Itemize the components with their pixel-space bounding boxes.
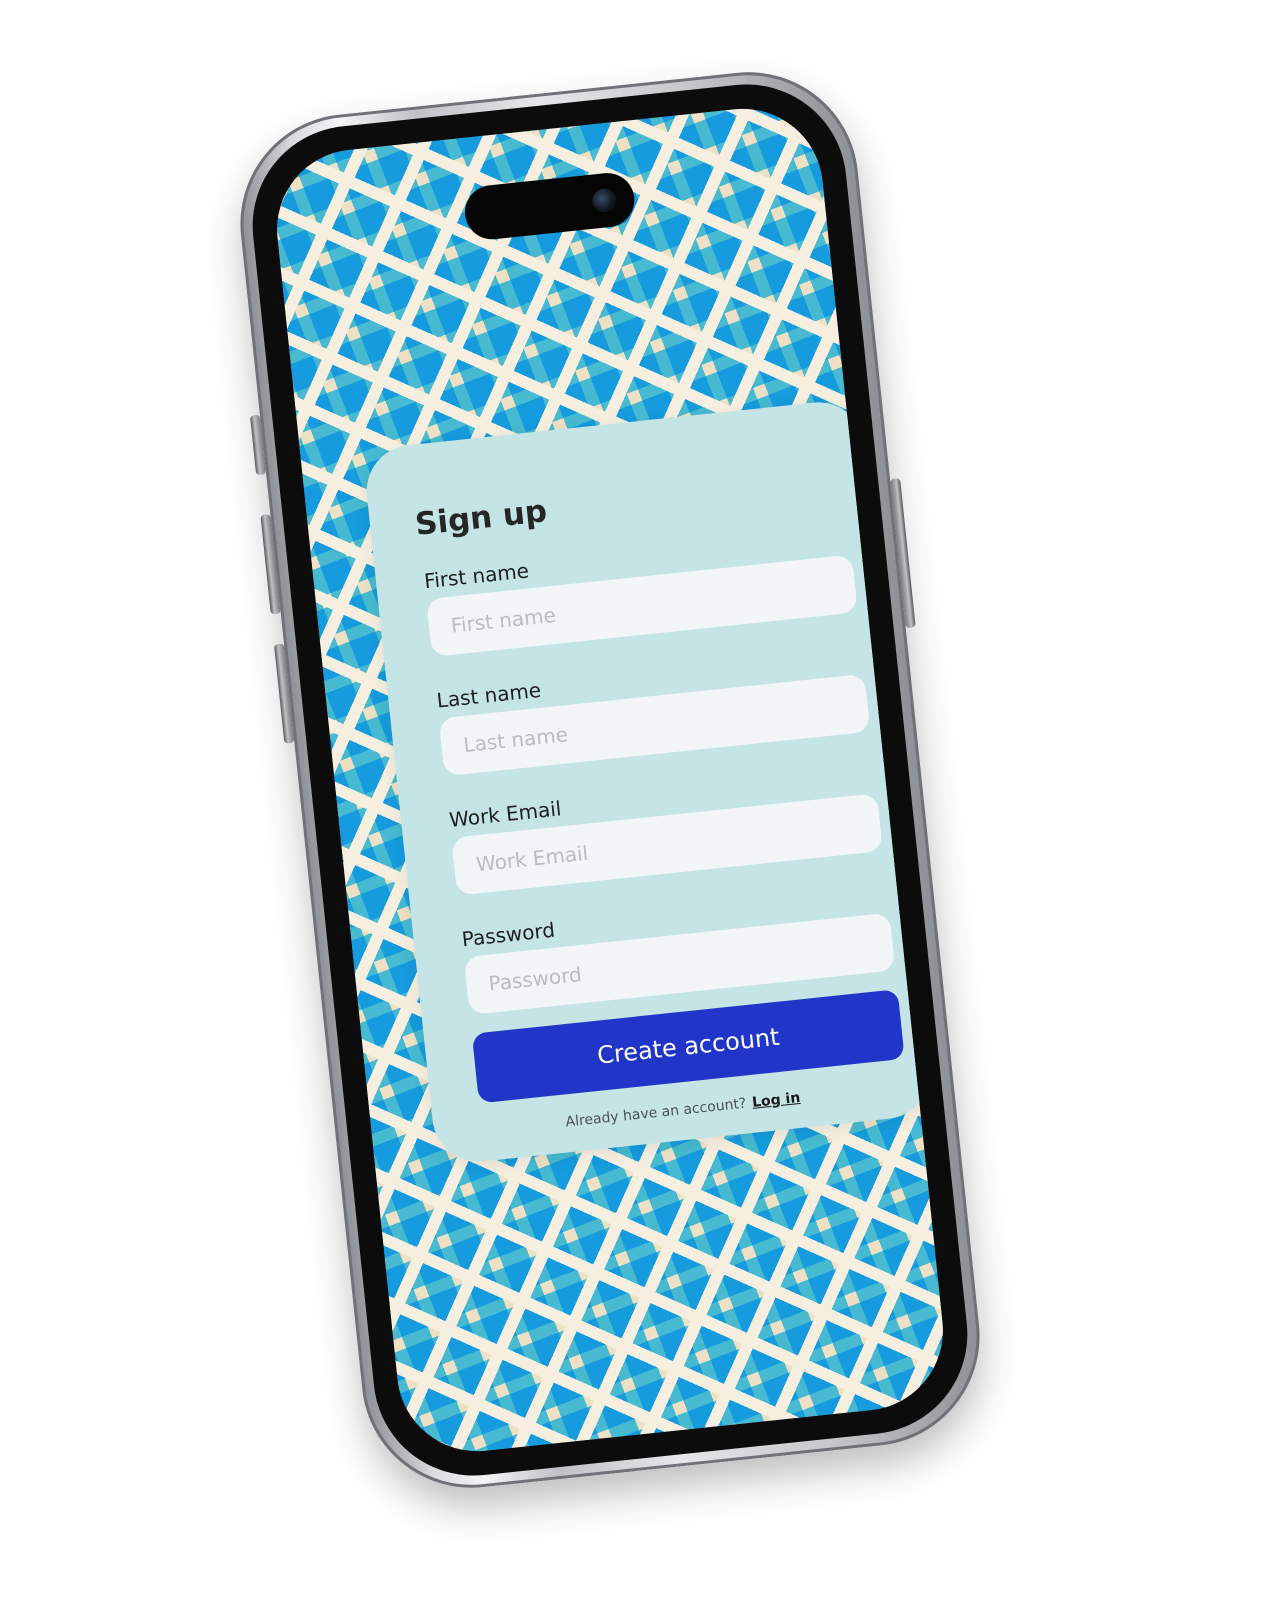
camera-icon [591, 187, 618, 214]
signup-title: Sign up [413, 493, 549, 543]
signup-card: Sign up First name Last name Work Email … [362, 397, 935, 1167]
work-email-label: Work Email [448, 796, 563, 832]
dynamic-island [462, 170, 638, 242]
password-label: Password [460, 917, 557, 952]
mockup-stage: Sign up First name Last name Work Email … [0, 0, 1266, 1600]
login-prompt-text: Already have an account? [564, 1095, 748, 1131]
login-link[interactable]: Log in [751, 1090, 801, 1111]
first-name-label: First name [422, 558, 531, 594]
last-name-label: Last name [435, 677, 543, 713]
phone-device: Sign up First name Last name Work Email … [229, 61, 991, 1499]
